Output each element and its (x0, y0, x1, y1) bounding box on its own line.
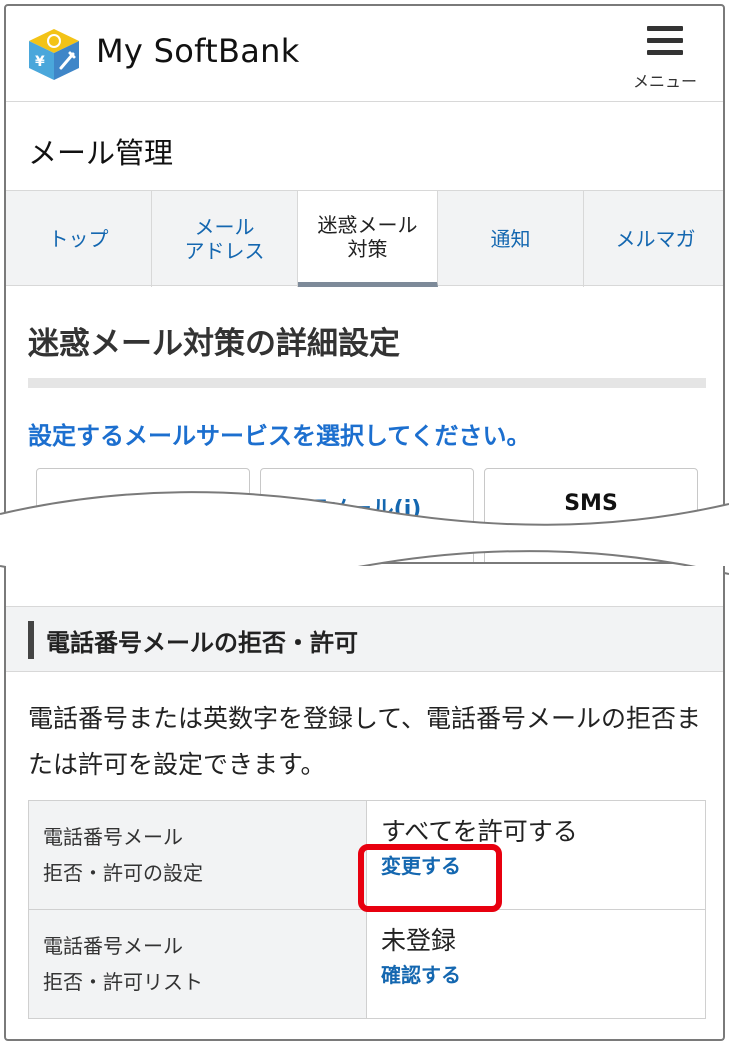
section-marker (28, 621, 34, 659)
heading-divider (28, 378, 706, 388)
phone-mail-section-header: 電話番号メールの拒否・許可 (6, 606, 723, 672)
tab-mail-address[interactable]: メール アドレス (152, 191, 298, 287)
menu-button[interactable]: メニュー (625, 24, 705, 94)
tab-notification[interactable]: 通知 (438, 191, 584, 287)
row-value: 未登録 (381, 926, 457, 955)
row-label: 電話番号メール 拒否・許可リスト (28, 909, 367, 1019)
section-heading: 電話番号メールの拒否・許可 (46, 629, 358, 657)
hamburger-icon (647, 26, 683, 56)
row-value-cell: 未登録 確認する (366, 909, 706, 1019)
tab-mail-magazine[interactable]: メルマガ (584, 191, 723, 287)
table-row: 電話番号メール 拒否・許可リスト 未登録 確認する (28, 909, 706, 1019)
section-title: メール管理 (28, 136, 174, 170)
softbank-cube-logo[interactable]: ¥ (26, 26, 82, 82)
page-heading: 迷惑メール対策の詳細設定 (28, 326, 400, 362)
bottom-card: 電話番号メールの拒否・許可 電話番号または英数字を登録して、電話番号メールの拒否… (4, 566, 725, 1041)
svg-text:¥: ¥ (35, 54, 45, 70)
tab-top[interactable]: トップ (6, 191, 152, 287)
tab-spam-protection[interactable]: 迷惑メール 対策 (298, 191, 438, 287)
brand-title[interactable]: My SoftBank (96, 32, 300, 70)
highlight-box (358, 844, 502, 912)
mail-tabs: トップ メール アドレス 迷惑メール 対策 通知 メルマガ (6, 190, 723, 287)
site-header: ¥ My SoftBank メニュー (6, 6, 723, 102)
row-label: 電話番号メール 拒否・許可の設定 (28, 800, 367, 910)
top-card: ¥ My SoftBank メニュー メール管理 トップ メール アドレス 迷惑… (4, 4, 725, 564)
confirm-link[interactable]: 確認する (381, 958, 691, 992)
section-description: 電話番号または英数字を登録して、電話番号メールの拒否または許可を設定できます。 (28, 704, 702, 779)
service-select-instruction: 設定するメールサービスを選択してください。 (28, 422, 531, 450)
menu-label: メニュー (632, 72, 697, 91)
